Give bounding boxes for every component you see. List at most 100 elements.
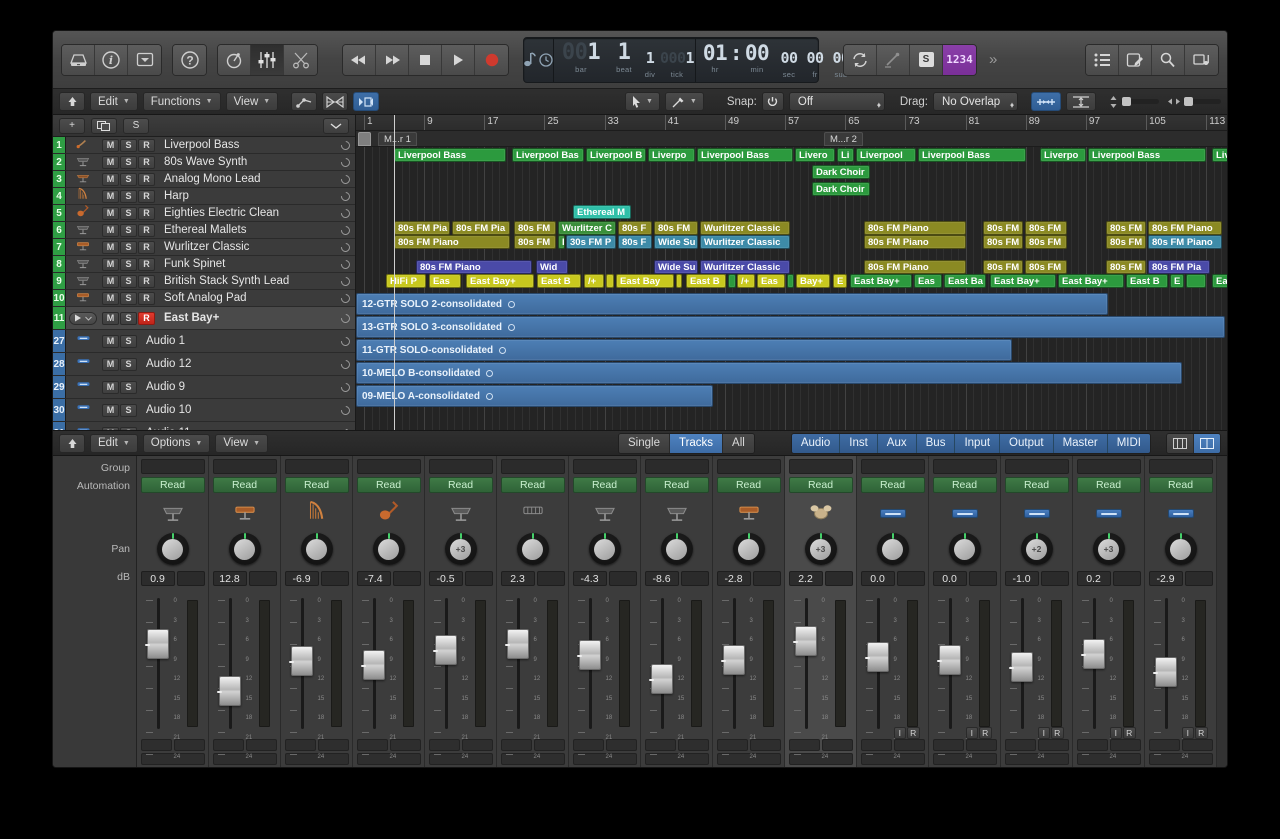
track-solo-button[interactable]: S [120, 292, 137, 305]
region[interactable]: HiFi P [386, 274, 426, 288]
mixer-filter-input[interactable]: Input [955, 434, 1000, 453]
channel-strip[interactable]: Read-8.603691215182124303640455060 [641, 456, 713, 767]
track-solo-button[interactable]: S [120, 381, 137, 394]
peak-display[interactable] [1185, 571, 1213, 586]
audio-region[interactable]: 10-MELO B-consolidated [356, 362, 1182, 384]
automation-mode-button[interactable]: Read [789, 477, 853, 493]
track-solo-button[interactable]: S [120, 156, 137, 169]
pan-knob[interactable]: +3 [1093, 533, 1125, 565]
pan-knob[interactable]: +2 [1021, 533, 1053, 565]
region[interactable]: East Bay+ [466, 274, 534, 288]
arrange-canvas[interactable]: 191725334149576573818997105113 M...r 1M.… [356, 115, 1227, 430]
region[interactable]: Eas [429, 274, 461, 288]
audio-track-row[interactable]: 27MSAudio 1 [53, 330, 355, 353]
solo-button[interactable] [318, 739, 349, 751]
track-name[interactable]: Wurlitzer Classic [156, 241, 335, 253]
region[interactable]: Dark Choir [812, 182, 870, 196]
track-volume-knob[interactable] [335, 337, 355, 346]
region[interactable]: Ethereal M [573, 205, 631, 219]
track-mute-button[interactable]: M [102, 275, 119, 288]
region[interactable]: 30s FM P [566, 235, 616, 249]
mixer-view-mode-tracks[interactable]: Tracks [670, 434, 723, 453]
automation-mode-button[interactable]: Read [501, 477, 565, 493]
region[interactable]: 80s FM [1106, 221, 1146, 235]
peak-display[interactable] [681, 571, 709, 586]
track-record-button[interactable]: R [138, 139, 155, 152]
dual-pane-icon[interactable] [1194, 434, 1220, 453]
region[interactable]: Liverpool Bas [512, 148, 584, 162]
marker-track[interactable]: M...r 1M...r 2 [356, 131, 1227, 147]
region[interactable]: 80s FM [1025, 260, 1067, 274]
arrange-menu-functions[interactable]: Functions▼ [143, 92, 221, 111]
region[interactable]: 80s FM Piano [864, 221, 966, 235]
input-button[interactable]: I [1110, 727, 1123, 739]
peak-display[interactable] [969, 571, 997, 586]
region[interactable]: /+ [737, 274, 755, 288]
solo-button[interactable] [822, 739, 853, 751]
input-button[interactable]: I [1038, 727, 1051, 739]
waveform-icon[interactable] [880, 509, 906, 518]
track-volume-knob[interactable] [335, 226, 355, 235]
mixer-menu-options[interactable]: Options▼ [143, 434, 211, 453]
arrange-menu-view[interactable]: View▼ [226, 92, 279, 111]
region[interactable]: 80s FM Pia [394, 221, 450, 235]
loop-circle-icon[interactable] [486, 393, 493, 400]
region[interactable]: Wurlitzer Classic [700, 235, 790, 249]
track-mute-button[interactable]: M [102, 190, 119, 203]
region[interactable]: East Bay+ [990, 274, 1056, 288]
peak-display[interactable] [1041, 571, 1069, 586]
region[interactable]: 80s FM [983, 260, 1023, 274]
region[interactable]: East Bay+ [850, 274, 912, 288]
volume-fader[interactable] [1154, 598, 1178, 739]
track-solo-button[interactable]: S [120, 139, 137, 152]
track-volume-knob[interactable] [335, 314, 355, 323]
region[interactable]: E [833, 274, 847, 288]
lcd-min[interactable]: 00 min [738, 42, 776, 74]
channel-strip[interactable]: Read+2-1.003691215182124303640455060IR [1001, 456, 1073, 767]
region[interactable]: East Bay [616, 274, 674, 288]
track-record-button[interactable]: R [138, 190, 155, 203]
region[interactable]: 80s F [618, 235, 652, 249]
region[interactable]: Liverpo [1212, 148, 1227, 162]
solo-button[interactable] [246, 739, 277, 751]
region[interactable]: Wurlitzer Classic [700, 221, 790, 235]
track-volume-knob[interactable] [335, 158, 355, 167]
group-slot[interactable] [861, 459, 925, 474]
pan-knob[interactable] [877, 533, 909, 565]
track-record-button[interactable]: R [138, 312, 155, 325]
mute-button[interactable] [789, 739, 820, 751]
mute-button[interactable] [213, 739, 244, 751]
track-mute-button[interactable]: M [102, 173, 119, 186]
track-name[interactable]: Audio 10 [138, 404, 335, 416]
automation-icon[interactable] [291, 92, 317, 111]
forward-icon[interactable] [376, 45, 409, 75]
group-slot[interactable] [285, 459, 349, 474]
pan-knob[interactable] [301, 533, 333, 565]
track-mute-button[interactable]: M [102, 224, 119, 237]
record-button[interactable]: R [979, 727, 992, 739]
record-button[interactable]: R [1123, 727, 1136, 739]
region[interactable]: Eas [914, 274, 942, 288]
record-button[interactable]: R [1195, 727, 1208, 739]
peak-display[interactable] [1113, 571, 1141, 586]
mixer-view-mode-all[interactable]: All [723, 434, 754, 453]
waveform-icon[interactable] [952, 509, 978, 518]
track-solo-button[interactable]: S [120, 173, 137, 186]
channel-strip[interactable]: Read2.303691215182124303640455060 [497, 456, 569, 767]
channel-icon[interactable] [1096, 497, 1122, 529]
track-solo-button[interactable]: S [120, 207, 137, 220]
track-name[interactable]: Liverpool Bass [156, 139, 335, 151]
region[interactable]: Liverpool Bass [394, 148, 506, 162]
region[interactable]: /+ [584, 274, 604, 288]
audio-region[interactable]: 13-GTR SOLO 3-consolidated [356, 316, 1225, 338]
pan-knob[interactable] [229, 533, 261, 565]
flex-icon[interactable] [322, 92, 348, 111]
lcd-time-field[interactable]: 01 hr : 00 min 00 sec 00 fr 00 [696, 38, 854, 82]
solo-button[interactable] [894, 739, 925, 751]
peak-display[interactable] [465, 571, 493, 586]
record-button[interactable]: R [907, 727, 920, 739]
mixer-filter-midi[interactable]: MIDI [1108, 434, 1150, 453]
channel-strip[interactable]: Read0.903691215182124303640455060 [137, 456, 209, 767]
loop-circle-icon[interactable] [499, 347, 506, 354]
single-pane-icon[interactable] [1167, 434, 1194, 453]
